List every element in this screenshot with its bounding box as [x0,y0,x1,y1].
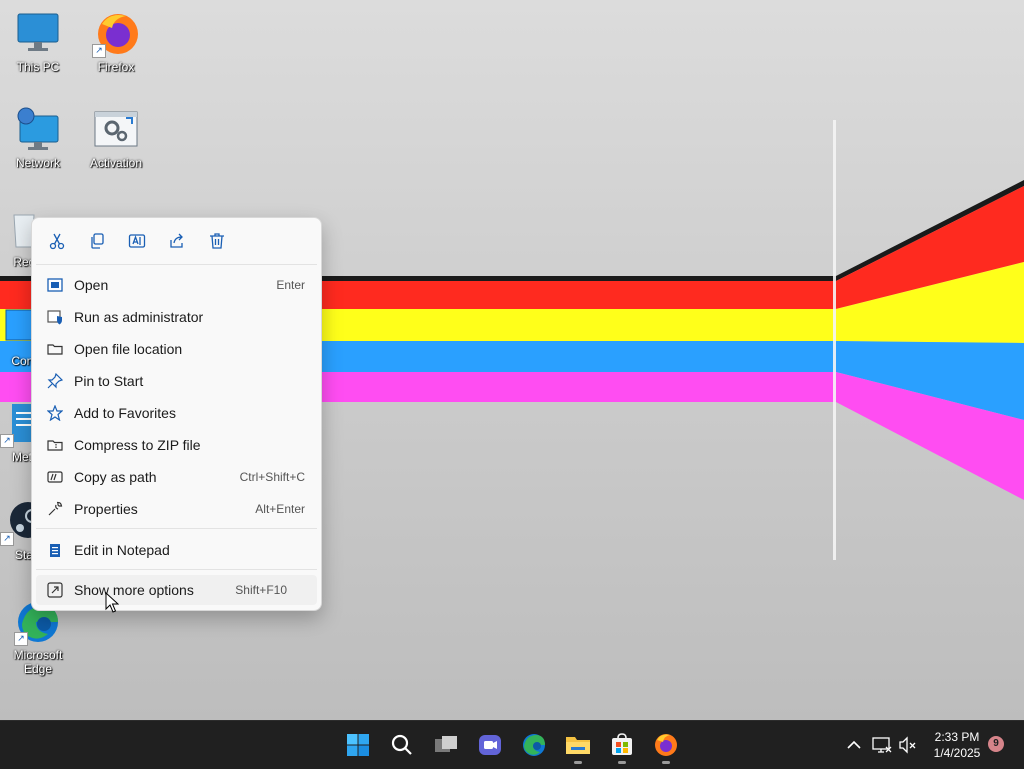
file-explorer-icon [566,737,590,754]
pin-icon [46,372,64,390]
volume-tray-button[interactable] [892,729,924,761]
clock-time: 2:33 PM [934,730,980,744]
shortcut-arrow-icon: ↗ [0,532,14,546]
notification-badge[interactable]: 9 [988,736,1004,752]
firefox-taskbar-button[interactable] [650,729,682,764]
desktop-icon-label: Activation [89,156,143,170]
taskbar: 2:33 PM 1/4/2025 [0,720,1024,769]
menu-item-label: Pin to Start [74,373,144,389]
desktop-icon-network[interactable]: Network [0,106,76,170]
menu-item-shortcut: Enter [276,278,305,292]
menu-item-show-more-options[interactable]: Show more options Shift+F10 [36,575,317,605]
meet-icon [479,735,501,755]
menu-item-label: Open [74,277,109,293]
running-indicator [662,761,670,764]
menu-item-shortcut: Shift+F10 [235,583,287,597]
network-icon [14,106,62,154]
clock-date: 1/4/2025 [933,746,981,760]
firefox-icon: ↗ [92,10,140,58]
volume-muted-icon [899,736,916,754]
chevron-up-icon [847,740,861,749]
menu-item-shortcut: Ctrl+Shift+C [239,470,305,484]
menu-item-label: Run as administrator [74,309,204,325]
cut-icon[interactable] [46,230,68,252]
desktop-icon-label: Microsoft Edge [13,648,63,676]
context-menu: Open Enter Run as administrator Open fil… [31,217,322,611]
start-icon [347,734,369,756]
zip-icon [46,436,64,454]
menu-item-edit-in-notepad[interactable]: Edit in Notepad [36,535,317,565]
start-button[interactable] [342,729,374,761]
search-button[interactable] [386,729,418,761]
shortcut-arrow-icon: ↗ [0,434,14,448]
share-icon[interactable] [166,230,188,252]
running-indicator [618,761,626,764]
desktop-icon-firefox[interactable]: ↗ Firefox [78,10,154,74]
menu-item-open-file-location[interactable]: Open file location [36,334,317,364]
desktop-icon-label: This PC [16,60,60,74]
menu-item-label: Open file location [74,341,183,357]
menu-item-label: Edit in Notepad [74,542,170,558]
menu-item-label: Add to Favorites [74,405,176,421]
delete-icon[interactable] [206,230,228,252]
menu-item-label: Show more options [74,582,194,598]
menu-separator [36,569,317,570]
menu-item-pin-to-start[interactable]: Pin to Start [36,366,317,396]
folder-icon [46,340,64,358]
menu-item-compress-to-zip[interactable]: Compress to ZIP file [36,430,317,460]
menu-item-add-to-favorites[interactable]: Add to Favorites [36,398,317,428]
wrench-icon [46,500,64,518]
mouse-cursor-icon [105,591,120,619]
menu-item-label: Properties [74,501,138,517]
file-explorer-button[interactable] [562,729,594,764]
menu-item-shortcut: Alt+Enter [255,502,305,516]
menu-item-run-as-administrator[interactable]: Run as administrator [36,302,317,332]
quick-actions-bar [36,218,317,265]
copy-icon[interactable] [86,230,108,252]
task-view-icon [435,736,457,752]
shield-icon [46,308,64,326]
menu-item-properties[interactable]: Properties Alt+Enter [36,494,317,524]
network-status-icon [872,737,892,753]
notepad-icon [46,541,64,559]
task-view-button[interactable] [430,729,462,761]
menu-item-open[interactable]: Open Enter [36,270,317,300]
edge-taskbar-button[interactable] [518,729,550,761]
system-clock[interactable]: 2:33 PM 1/4/2025 [924,729,990,761]
more-options-icon [46,581,64,599]
search-icon [391,734,412,755]
open-icon [46,276,64,294]
desktop-icon-label: Network [15,156,60,170]
store-icon [612,733,632,755]
desktop-icon-label: Firefox [97,60,135,74]
shortcut-arrow-icon: ↗ [14,632,28,646]
shortcut-arrow-icon: ↗ [92,44,106,58]
copy-path-icon [46,468,64,486]
running-indicator [574,761,582,764]
monitor-icon [14,10,62,58]
desktop-icon-activation[interactable]: Activation [78,106,154,170]
star-icon [46,404,64,422]
rename-icon[interactable] [126,230,148,252]
menu-item-label: Copy as path [74,469,157,485]
meet-button[interactable] [474,729,506,761]
desktop-icon-this-pc[interactable]: This PC [0,10,76,74]
edge-icon [523,734,545,756]
menu-item-label: Compress to ZIP file [74,437,201,453]
firefox-icon [655,734,677,756]
store-button[interactable] [606,729,638,764]
menu-item-copy-as-path[interactable]: Copy as path Ctrl+Shift+C [36,462,317,492]
menu-separator [36,528,317,529]
activation-gear-icon [92,106,140,154]
